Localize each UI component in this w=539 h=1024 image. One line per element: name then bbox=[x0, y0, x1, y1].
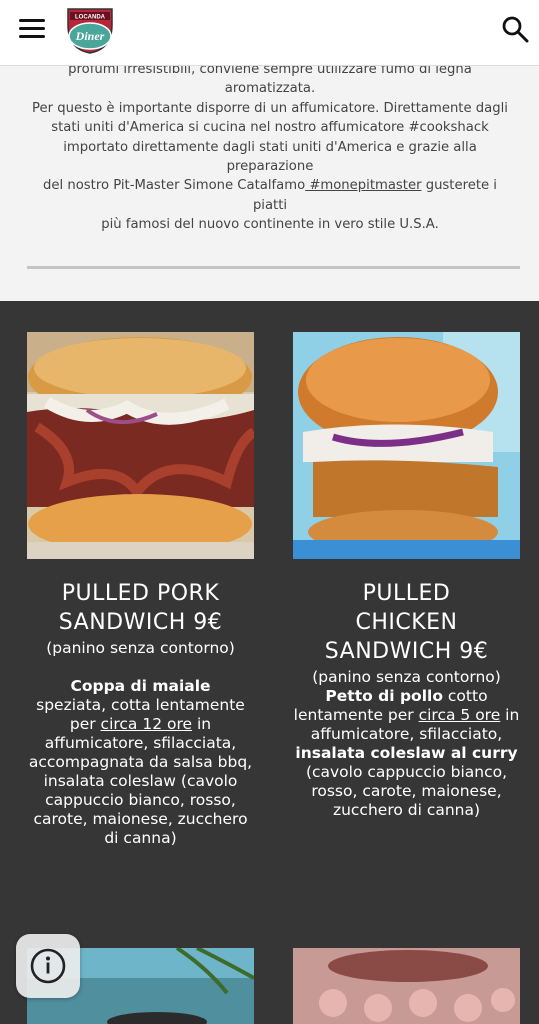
desc-bold: insalata coleslaw al curry bbox=[295, 744, 518, 762]
pulled-chicken-sandwich-image bbox=[293, 332, 520, 559]
title-line: PULLED PORK bbox=[61, 581, 220, 606]
desc-underlined: circa 5 ore bbox=[418, 706, 501, 724]
hamburger-menu-icon[interactable] bbox=[19, 19, 45, 39]
title-line: PULLED bbox=[362, 581, 451, 606]
intro-line: stati uniti d'America si cucina nel nost… bbox=[51, 120, 489, 136]
logo-top-text: LOCANDA bbox=[75, 15, 106, 21]
top-navigation-bar: LOCANDA Diner bbox=[0, 0, 539, 66]
intro-text-span: del nostro Pit-Master Simone Catalfamo bbox=[43, 178, 306, 194]
card-description: Petto di pollo cotto lentamente per circ… bbox=[293, 687, 520, 820]
menu-card-pulled-chicken: PULLED CHICKEN SANDWICH 9€ (panino senza… bbox=[293, 332, 520, 820]
menu-card-pulled-pork: PULLED PORK SANDWICH 9€ (panino senza co… bbox=[27, 332, 254, 848]
card-subtitle: (panino senza contorno) bbox=[46, 639, 235, 657]
desc-bold: Petto di pollo bbox=[325, 687, 443, 705]
card-title: PULLED CHICKEN SANDWICH 9€ bbox=[293, 579, 520, 666]
desc-underlined: circa 12 ore bbox=[100, 715, 193, 733]
intro-line: più famosi del nuovo continente in vero … bbox=[101, 217, 439, 233]
desc-bold: Coppa di maiale bbox=[70, 677, 211, 695]
title-line: SANDWICH 9€ bbox=[58, 610, 223, 635]
intro-section: profumi irresistibili, conviene sempre u… bbox=[0, 62, 539, 301]
intro-paragraph: profumi irresistibili, conviene sempre u… bbox=[30, 60, 510, 235]
card-subtitle: (panino senza contorno) bbox=[312, 668, 501, 686]
search-icon[interactable] bbox=[500, 14, 530, 44]
logo-main-text: Diner bbox=[75, 29, 105, 43]
sliced-meat-image bbox=[293, 948, 520, 1024]
intro-line: Per questo è importante disporre di un a… bbox=[32, 100, 508, 116]
locanda-diner-logo[interactable]: LOCANDA Diner bbox=[64, 5, 116, 55]
info-icon bbox=[30, 948, 66, 984]
desc-text: in affumicatore, sfilacciata, accompagna… bbox=[28, 715, 253, 847]
desc-text: (cavolo cappuccio bianco, rosso, carote,… bbox=[305, 763, 508, 819]
title-line: CHICKEN bbox=[355, 610, 458, 635]
title-line: SANDWICH 9€ bbox=[324, 639, 489, 664]
intro-line: importato direttamente dagli stati uniti… bbox=[63, 139, 477, 175]
card-description: Coppa di maiale speziata, cotta lentament… bbox=[27, 677, 254, 848]
section-divider bbox=[27, 266, 520, 269]
pulled-pork-sandwich-image bbox=[27, 332, 254, 559]
hashtag-link[interactable]: #monepitmaster bbox=[305, 178, 421, 193]
card-title: PULLED PORK SANDWICH 9€ bbox=[27, 579, 254, 637]
intro-line: del nostro Pit-Master Simone Catalfamo #… bbox=[30, 176, 510, 215]
info-button[interactable] bbox=[16, 934, 80, 998]
